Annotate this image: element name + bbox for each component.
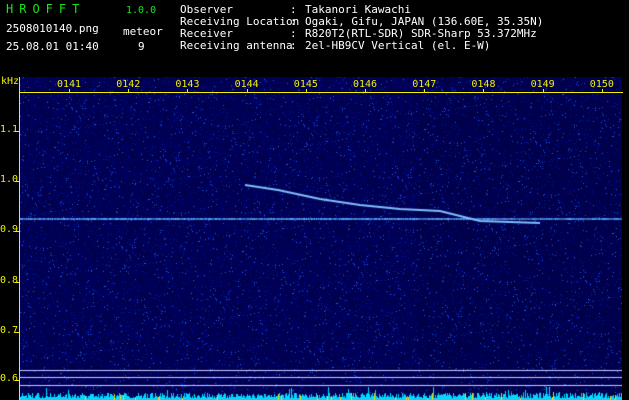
frequency-tick-label: 1.0 (0, 174, 19, 185)
antenna-value: 2el-HB9CV Vertical (el. E-W) (305, 39, 491, 52)
time-tick-mark (483, 89, 485, 93)
frequency-tick-mark (15, 282, 19, 283)
app-name: HROFFT (6, 2, 86, 16)
spectrogram-canvas (20, 77, 622, 400)
frequency-tick-mark (15, 131, 19, 132)
time-tick-mark (365, 89, 366, 93)
frequency-tick-label: 0.8 (0, 275, 19, 286)
frequency-tick-mark (15, 380, 19, 381)
time-axis-line (19, 92, 623, 93)
meteor-count: 9 (138, 40, 145, 53)
time-tick-mark (305, 89, 307, 93)
app-version: 1.0.0 (126, 5, 157, 16)
time-tick-mark (424, 89, 426, 93)
frequency-tick-label: 0.7 (0, 325, 19, 336)
capture-datetime: 25.08.01 01:40 (6, 40, 99, 53)
frequency-tick-label: 1.1 (0, 124, 19, 135)
time-tick-mark (542, 89, 544, 93)
antenna-label: Receiving antenna (180, 39, 293, 52)
header-panel: HROFFT 1.0.0 2508010140.png 25.08.01 01:… (0, 0, 629, 60)
frequency-tick-label: 0.6 (0, 373, 19, 384)
frequency-tick-label: 0.9 (0, 224, 19, 235)
meteor-label: meteor (123, 25, 163, 38)
time-tick-mark (128, 89, 130, 93)
frequency-tick-mark (15, 231, 19, 232)
frequency-tick-mark (15, 181, 19, 182)
antenna-colon: : (290, 39, 297, 52)
file-name: 2508010140.png (6, 22, 99, 35)
frequency-unit-label: kHz (1, 76, 20, 87)
time-tick-mark (187, 89, 189, 93)
time-tick-mark (69, 89, 70, 93)
frequency-tick-mark (15, 332, 19, 333)
frequency-axis-line (19, 77, 20, 400)
time-tick-mark (246, 89, 248, 93)
time-tick-mark (601, 89, 603, 93)
